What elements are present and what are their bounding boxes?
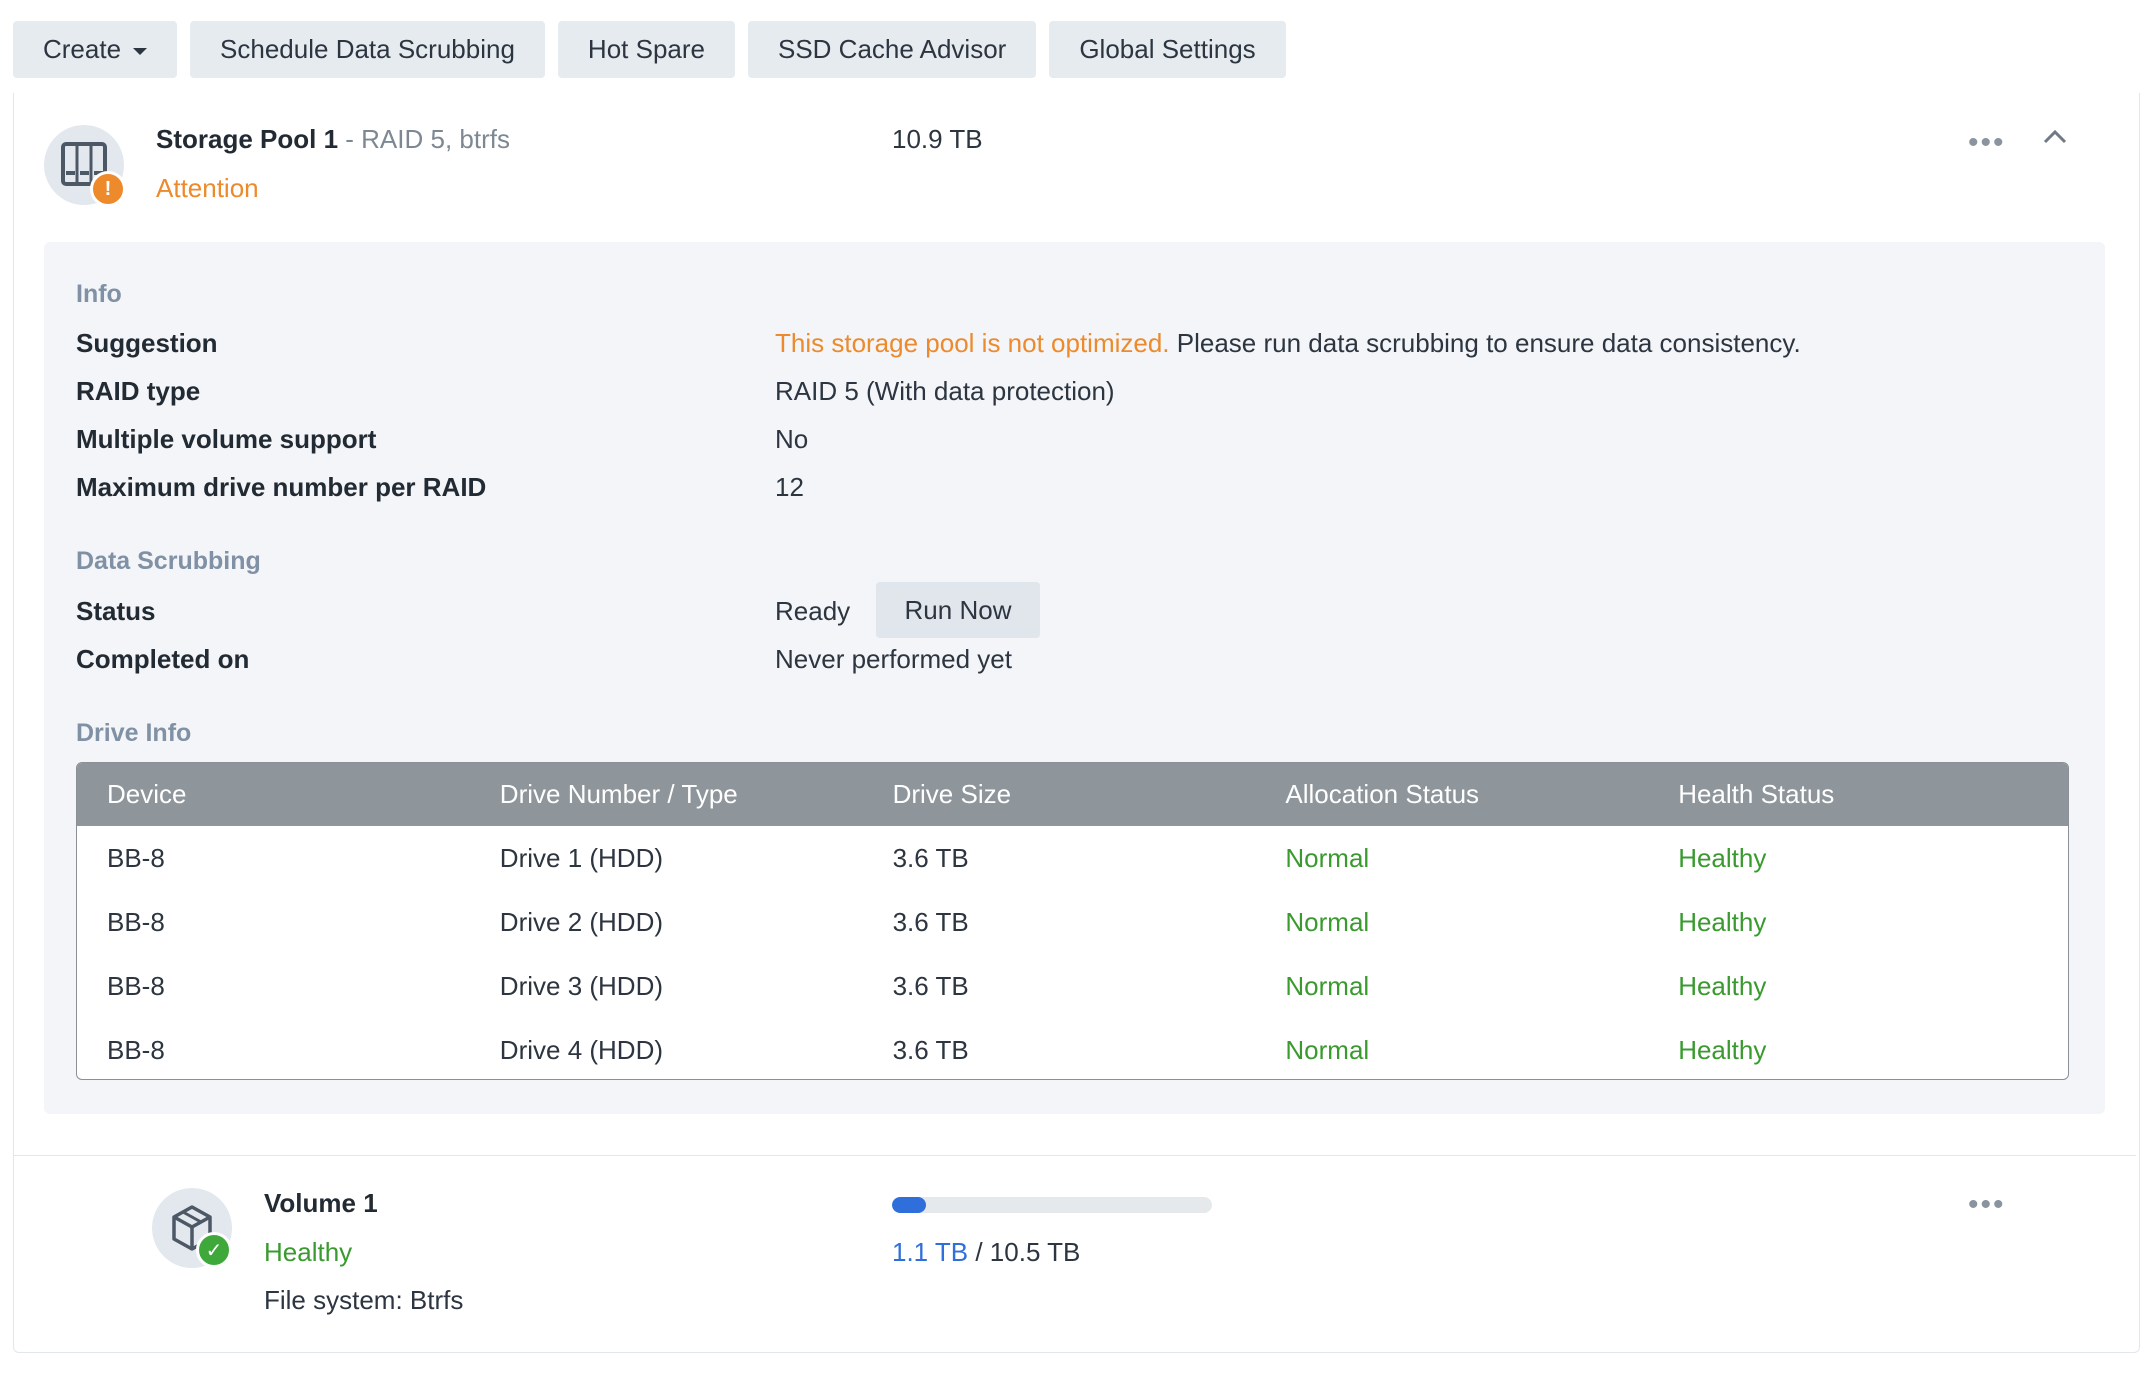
allocation-status-cell: Normal [1285, 842, 1370, 873]
section-divider [14, 1155, 2136, 1156]
schedule-data-scrubbing-button[interactable]: Schedule Data Scrubbing [190, 21, 545, 78]
create-button-label: Create [43, 34, 122, 64]
drive-size-cell: 3.6 TB [892, 970, 969, 1001]
column-header-health-status[interactable]: Health Status [1648, 779, 2068, 810]
column-header-drive-number[interactable]: Drive Number / Type [470, 779, 863, 810]
suggestion-warning: This storage pool is not optimized. [775, 328, 1170, 358]
allocation-status-cell: Normal [1285, 970, 1370, 1001]
table-row[interactable]: BB-8 Drive 1 (HDD) 3.6 TB Normal Healthy [77, 826, 2068, 890]
drive-number-cell: Drive 2 (HDD) [499, 906, 664, 937]
device-cell: BB-8 [107, 970, 165, 1001]
ssd-cache-advisor-button[interactable]: SSD Cache Advisor [748, 21, 1037, 78]
drive-info-section-title: Drive Info [76, 719, 192, 747]
drive-table: Device Drive Number / Type Drive Size Al… [76, 762, 2069, 1080]
caret-down-icon [133, 48, 148, 55]
volume-used: 1.1 TB [892, 1237, 969, 1267]
table-row[interactable]: BB-8 Drive 4 (HDD) 3.6 TB Normal Healthy [77, 1018, 2068, 1079]
hot-spare-button[interactable]: Hot Spare [557, 21, 735, 78]
scrubbing-status-label: Status [76, 596, 156, 626]
drive-number-cell: Drive 3 (HDD) [499, 970, 664, 1001]
pool-size: 10.9 TB [892, 124, 983, 154]
column-header-device[interactable]: Device [77, 779, 470, 810]
pool-status: Attention [156, 173, 259, 203]
warning-badge-icon: ! [90, 171, 126, 207]
device-cell: BB-8 [107, 906, 165, 937]
volume-icon: ✓ [152, 1188, 232, 1268]
multiple-volume-label: Multiple volume support [76, 424, 377, 454]
allocation-status-cell: Normal [1285, 906, 1370, 937]
column-header-allocation-status[interactable]: Allocation Status [1255, 779, 1648, 810]
volume-more-icon[interactable]: ••• [1968, 1190, 2006, 1220]
completed-on-label: Completed on [76, 644, 250, 674]
info-section-title: Info [76, 280, 122, 308]
create-button[interactable]: Create [13, 21, 178, 78]
volume-usage-text: 1.1 TB / 10.5 TB [892, 1237, 1080, 1268]
global-settings-button[interactable]: Global Settings [1049, 21, 1286, 78]
scrubbing-status-value: Ready [775, 596, 851, 626]
storage-pool-icon: ! [44, 125, 126, 207]
completed-on-value: Never performed yet [775, 644, 1012, 674]
pool-title: Storage Pool 1 - RAID 5, btrfs [156, 124, 510, 155]
suggestion-label: Suggestion [76, 328, 218, 358]
check-badge-icon: ✓ [196, 1232, 232, 1268]
drive-number-cell: Drive 4 (HDD) [499, 1034, 664, 1065]
scrubbing-section-title: Data Scrubbing [76, 547, 261, 575]
column-header-drive-size[interactable]: Drive Size [863, 779, 1256, 810]
volume-filesystem: File system: Btrfs [264, 1285, 464, 1315]
drive-number-cell: Drive 1 (HDD) [499, 842, 664, 873]
allocation-status-cell: Normal [1285, 1034, 1370, 1065]
volume-status: Healthy [264, 1237, 353, 1267]
health-status-cell: Healthy [1678, 1034, 1767, 1065]
pool-more-icon[interactable]: ••• [1968, 128, 2006, 158]
pool-subtitle: - RAID 5, btrfs [338, 124, 510, 154]
multiple-volume-value: No [775, 424, 809, 454]
table-header: Device Drive Number / Type Drive Size Al… [77, 763, 2068, 826]
volume-usage-bar [892, 1197, 1212, 1213]
suggestion-value: This storage pool is not optimized. Plea… [775, 328, 1801, 359]
device-cell: BB-8 [107, 1034, 165, 1065]
volume-name: Volume 1 [264, 1188, 378, 1218]
toolbar: Create Schedule Data Scrubbing Hot Spare… [13, 21, 1286, 78]
table-row[interactable]: BB-8 Drive 3 (HDD) 3.6 TB Normal Healthy [77, 954, 2068, 1018]
max-drive-value: 12 [775, 472, 804, 502]
table-row[interactable]: BB-8 Drive 2 (HDD) 3.6 TB Normal Healthy [77, 890, 2068, 954]
raid-type-value: RAID 5 (With data protection) [775, 376, 1115, 406]
volume-usage-fill [892, 1197, 926, 1213]
health-status-cell: Healthy [1678, 906, 1767, 937]
raid-type-label: RAID type [76, 376, 201, 406]
run-now-button[interactable]: Run Now [876, 582, 1040, 638]
chevron-up-icon[interactable] [2042, 127, 2068, 147]
drive-size-cell: 3.6 TB [892, 842, 969, 873]
drive-size-cell: 3.6 TB [892, 906, 969, 937]
suggestion-text: Please run data scrubbing to ensure data… [1169, 328, 1801, 358]
drive-size-cell: 3.6 TB [892, 1034, 969, 1065]
max-drive-label: Maximum drive number per RAID [76, 472, 487, 502]
pool-name: Storage Pool 1 [156, 124, 339, 154]
volume-usage-separator: / [968, 1237, 990, 1267]
health-status-cell: Healthy [1678, 842, 1767, 873]
device-cell: BB-8 [107, 842, 165, 873]
volume-total: 10.5 TB [989, 1237, 1081, 1267]
health-status-cell: Healthy [1678, 970, 1767, 1001]
